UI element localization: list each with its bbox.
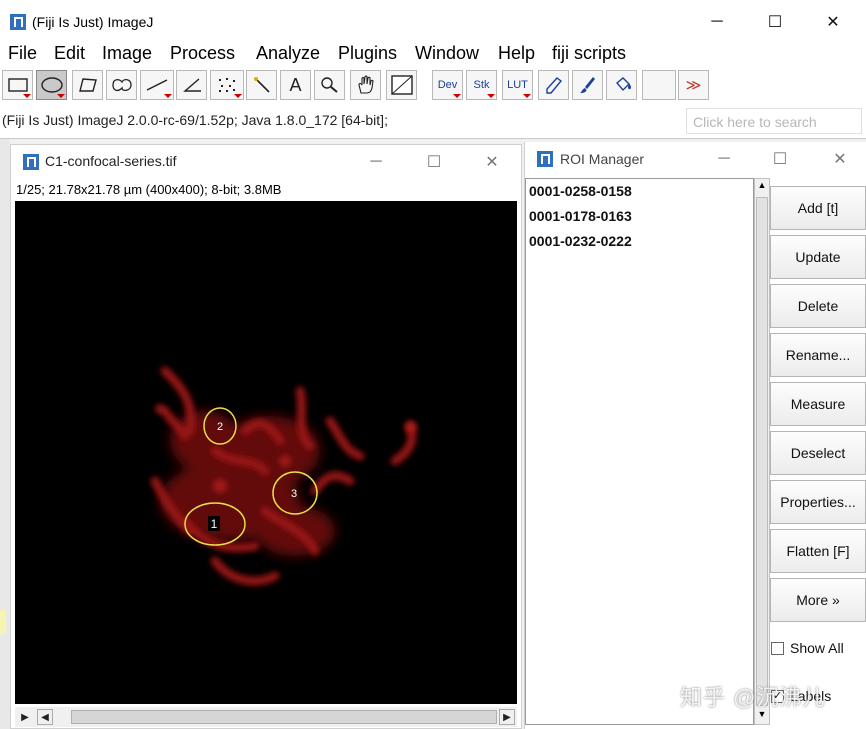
roi-manager-window: ROI Manager ─ ☐ ✕ 0001-0258-0158 0001-01… — [524, 142, 866, 729]
list-item[interactable]: 0001-0258-0158 — [529, 183, 632, 199]
scroll-thumb[interactable] — [756, 197, 768, 706]
close-button[interactable]: ✕ — [469, 145, 515, 179]
measure-button[interactable]: Measure — [770, 382, 866, 426]
menu-bar: File Edit Image Process Analyze Plugins … — [0, 40, 866, 66]
image-window: C1-confocal-series.tif ─ ☐ ✕ 1/25; 21.78… — [10, 144, 522, 729]
status-text: (Fiji Is Just) ImageJ 2.0.0-rc-69/1.52p;… — [2, 112, 388, 128]
magnifier-tool-icon[interactable] — [314, 70, 345, 100]
minimize-button[interactable]: ─ — [353, 145, 399, 179]
list-item[interactable]: 0001-0232-0222 — [529, 233, 632, 249]
brush-tool-icon[interactable] — [572, 70, 603, 100]
minimize-button[interactable]: ─ — [694, 6, 740, 38]
stack-tool-icon[interactable]: Stk — [466, 70, 497, 100]
menu-help[interactable]: Help — [498, 43, 535, 64]
image-window-title: C1-confocal-series.tif — [45, 153, 177, 169]
watermark: 知乎 @沉沸儿 — [680, 685, 826, 710]
dev-tool-label: Dev — [437, 79, 458, 91]
fiji-app-icon — [23, 154, 39, 170]
menu-process[interactable]: Process — [170, 43, 235, 64]
fiji-app-icon — [537, 151, 553, 167]
color-picker-tool-icon[interactable] — [386, 70, 417, 100]
maximize-button[interactable]: ☐ — [757, 142, 803, 176]
maximize-button[interactable]: ☐ — [411, 145, 457, 179]
update-button[interactable]: Update — [770, 235, 866, 279]
maximize-button[interactable]: ☐ — [752, 6, 798, 38]
checkbox-box[interactable] — [771, 641, 784, 655]
add-button[interactable]: Add [t] — [770, 186, 866, 230]
rectangle-tool-icon[interactable] — [2, 70, 33, 100]
close-button[interactable]: ✕ — [817, 142, 863, 176]
dev-tool-icon[interactable]: Dev — [432, 70, 463, 100]
roi-1-label: 1 — [211, 517, 218, 531]
close-button[interactable]: ✕ — [810, 6, 856, 38]
imagej-main-window: (Fiji Is Just) ImageJ ─ ☐ ✕ File Edit Im… — [0, 6, 866, 139]
menu-window[interactable]: Window — [415, 43, 479, 64]
lut-tool-label: LUT — [507, 79, 528, 91]
rename-button[interactable]: Rename... — [770, 333, 866, 377]
oval-tool-icon[interactable] — [36, 70, 67, 100]
text-tool-icon[interactable]: A — [280, 70, 311, 100]
scroll-thumb[interactable] — [71, 710, 497, 724]
hand-tool-icon[interactable] — [350, 70, 381, 100]
scroll-right-icon[interactable]: ▶ — [499, 709, 515, 725]
show-all-label: Show All — [790, 640, 844, 656]
polygon-tool-icon[interactable] — [72, 70, 103, 100]
window-title: (Fiji Is Just) ImageJ — [32, 14, 154, 30]
image-canvas[interactable]: 1 2 3 — [15, 201, 517, 704]
image-info: 1/25; 21.78x21.78 µm (400x400); 8-bit; 3… — [16, 182, 282, 197]
desktop-accent — [0, 610, 6, 634]
menu-image[interactable]: Image — [102, 43, 152, 64]
menu-analyze[interactable]: Analyze — [256, 43, 320, 64]
roi-manager-title: ROI Manager — [560, 151, 645, 167]
menu-fiji-scripts[interactable]: fiji scripts — [552, 43, 626, 64]
deselect-button[interactable]: Deselect — [770, 431, 866, 475]
pencil-tool-icon[interactable] — [538, 70, 569, 100]
wand-tool-icon[interactable] — [246, 70, 277, 100]
lut-tool-icon[interactable]: LUT — [502, 70, 533, 100]
delete-button[interactable]: Delete — [770, 284, 866, 328]
line-tool-icon[interactable] — [140, 70, 174, 100]
minimize-button[interactable]: ─ — [701, 142, 747, 176]
show-all-checkbox[interactable]: Show All — [771, 640, 844, 656]
menu-plugins[interactable]: Plugins — [338, 43, 397, 64]
empty-tool-slot[interactable] — [642, 70, 676, 100]
menu-file[interactable]: File — [8, 43, 37, 64]
freehand-tool-icon[interactable] — [106, 70, 137, 100]
more-button[interactable]: More » — [770, 578, 866, 622]
flatten-button[interactable]: Flatten [F] — [770, 529, 866, 573]
vertical-scrollbar[interactable]: ▲ ▼ — [754, 178, 770, 725]
horizontal-scrollbar[interactable]: ▶ ◀ ▶ — [15, 707, 517, 727]
status-bar: (Fiji Is Just) ImageJ 2.0.0-rc-69/1.52p;… — [0, 106, 866, 134]
properties-button[interactable]: Properties... — [770, 480, 866, 524]
fiji-app-icon — [10, 14, 26, 30]
flood-fill-tool-icon[interactable] — [606, 70, 637, 100]
list-item[interactable]: 0001-0178-0163 — [529, 208, 632, 224]
roi-2-label: 2 — [217, 421, 223, 433]
scroll-up-icon[interactable]: ▲ — [756, 180, 768, 194]
play-animation-icon[interactable]: ▶ — [17, 709, 33, 725]
menu-edit[interactable]: Edit — [54, 43, 85, 64]
tool-bar: A Dev Stk LUT ≫ — [0, 66, 866, 102]
roi-list[interactable]: 0001-0258-0158 0001-0178-0163 0001-0232-… — [525, 178, 754, 725]
angle-tool-icon[interactable] — [176, 70, 207, 100]
confocal-image: 1 2 3 — [15, 201, 517, 704]
stk-tool-label: Stk — [473, 79, 490, 91]
desktop-background-left — [0, 138, 10, 729]
more-tools-icon[interactable]: ≫ — [678, 70, 709, 100]
title-bar: (Fiji Is Just) ImageJ ─ ☐ ✕ — [0, 6, 866, 38]
scroll-left-icon[interactable]: ◀ — [37, 709, 53, 725]
roi-3-label: 3 — [291, 488, 297, 500]
multipoint-tool-icon[interactable] — [210, 70, 244, 100]
search-input[interactable]: Click here to search — [686, 108, 862, 134]
